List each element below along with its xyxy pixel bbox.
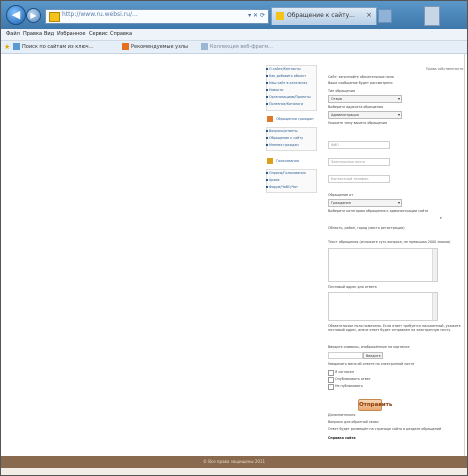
- publish-label: Опубликовать ответ: [335, 377, 371, 381]
- menu-edit[interactable]: Правка: [23, 31, 42, 37]
- nopublish-label: Не публиковать: [335, 384, 363, 388]
- page-right-border: [464, 54, 465, 456]
- category-label: Выберите категорию обращения к администр…: [328, 209, 429, 213]
- region-label: Область, район, город (место регистрации…: [328, 226, 405, 230]
- category-arrow-icon[interactable]: ▾: [440, 216, 442, 220]
- tab-favicon-icon: [276, 12, 284, 20]
- submit-button[interactable]: Отправить: [358, 399, 392, 411]
- recipient-label: Выберите адресата обращения: [328, 105, 383, 109]
- address-bar[interactable]: http://www.ru.websi.ru/... ▾ ✕ ⟳: [45, 9, 269, 24]
- vote-icon: [267, 158, 273, 164]
- captcha-field[interactable]: [328, 352, 363, 359]
- sidebar-item-qa[interactable]: Вопросы/ответы: [266, 129, 298, 133]
- menu-view[interactable]: Вид: [44, 31, 54, 37]
- favorites-item-3[interactable]: Коллекция веб-фрагм...: [210, 44, 273, 50]
- after-submit-3: Ответ будет размещён на странице сайта в…: [328, 427, 442, 431]
- sidebar-item-polls[interactable]: Опросы/Голосования: [266, 171, 306, 175]
- menu-help[interactable]: Справка: [110, 31, 132, 37]
- captcha-box[interactable]: Введите: [363, 352, 383, 359]
- address-scrollbar[interactable]: [432, 293, 437, 320]
- sidebar-item-appeal[interactable]: Обращение к сайту: [266, 136, 303, 140]
- agree-label: Я согласен: [335, 370, 355, 374]
- sidebar-item-news[interactable]: Новости: [266, 88, 283, 92]
- message-label: Текст обращения (изложите суть вопроса, …: [328, 240, 451, 244]
- suggested-sites-icon: [122, 43, 129, 50]
- tab-close-icon[interactable]: ×: [366, 11, 372, 19]
- link-icon: [13, 43, 20, 50]
- agree-checkbox[interactable]: [328, 370, 334, 376]
- name-field[interactable]: ФИО: [328, 141, 390, 149]
- recipient-select-value: Администрация: [331, 113, 359, 117]
- bottom-bold-text[interactable]: Справка сайта: [328, 436, 356, 440]
- chevron-down-icon: ▾: [397, 112, 400, 117]
- site-favicon-icon: [49, 12, 60, 22]
- publish-checkbox[interactable]: [328, 377, 334, 383]
- after-submit-1: Дополнительно: [328, 413, 356, 417]
- phone-placeholder: Контактный телефон: [331, 177, 369, 181]
- message-scrollbar[interactable]: [432, 249, 437, 281]
- captcha-value: Введите: [366, 354, 381, 358]
- favorites-bar: ★ Поиск по сайтам из ключ... Рекомендуем…: [1, 41, 467, 54]
- address-textarea[interactable]: [328, 292, 438, 321]
- favorites-star-icon[interactable]: ★: [4, 43, 10, 51]
- captcha-label: Введите символы, изображённые на картинк…: [328, 345, 410, 349]
- address-bar-buttons[interactable]: ▾ ✕ ⟳: [248, 12, 265, 19]
- footer-text: © Все права защищены 2011: [202, 459, 266, 464]
- sender-select[interactable]: Гражданин ▾: [328, 199, 402, 207]
- sidebar-item-archive[interactable]: Архив: [266, 178, 279, 182]
- sender-label: Обращение от: [328, 193, 354, 197]
- address-label: Почтовый адрес для ответа: [328, 285, 377, 289]
- sidebar-item-catalogs[interactable]: Наш сайт в каталогах: [266, 81, 307, 85]
- sidebar-item-useful[interactable]: Полезное/Каталоги: [266, 102, 303, 106]
- favorites-item-1[interactable]: Поиск по сайтам из ключ...: [22, 44, 93, 50]
- menu-favorites[interactable]: Избранное: [57, 31, 85, 37]
- sidebar-item-opinions[interactable]: Мнения граждан: [266, 143, 299, 147]
- email-placeholder: Электронная почта: [331, 160, 365, 164]
- topic-label: Укажите тему вашего обращения: [328, 121, 387, 125]
- intro-line-1: Сайт: заполняйте обязательные поля: [328, 75, 394, 79]
- browser-title-bar: ◀ ▶ http://www.ru.websi.ru/... ▾ ✕ ⟳ Обр…: [1, 1, 467, 29]
- sender-select-value: Гражданин: [331, 201, 351, 205]
- sidebar-group2-title[interactable]: Голосования: [276, 159, 299, 163]
- sidebar-group1-title[interactable]: Обращения граждан: [276, 117, 314, 121]
- nopublish-checkbox[interactable]: [328, 384, 334, 390]
- sidebar-item-add[interactable]: Как добавить объект: [266, 74, 306, 78]
- name-placeholder: ФИО: [331, 143, 339, 147]
- browser-tab-active[interactable]: Обращение к сайту... ×: [271, 7, 377, 25]
- type-label: Тип обращения: [328, 89, 355, 93]
- type-select[interactable]: Отзыв ▾: [328, 95, 402, 103]
- page-footer: © Все права защищены 2011: [1, 456, 467, 468]
- forward-button[interactable]: ▶: [26, 8, 41, 23]
- chevron-down-icon: ▾: [397, 96, 400, 101]
- info-text: Обязательные поля помечены. Если ответ т…: [328, 324, 461, 332]
- home-icon[interactable]: [424, 6, 440, 26]
- favorites-item-2[interactable]: Рекомендуемые узлы: [131, 44, 188, 50]
- intro-line-2: Ваше сообщение будет рассмотрено: [328, 81, 393, 85]
- appeals-icon: [267, 116, 273, 122]
- menu-file[interactable]: Файл: [6, 31, 20, 37]
- sidebar-item-about[interactable]: О сайте/Контакты: [266, 67, 301, 71]
- recipient-select[interactable]: Администрация ▾: [328, 111, 402, 119]
- sidebar-item-orgs[interactable]: Организациям/Проекты: [266, 95, 311, 99]
- chevron-down-icon: ▾: [397, 200, 400, 205]
- browser-window: ◀ ▶ http://www.ru.websi.ru/... ▾ ✕ ⟳ Обр…: [0, 0, 468, 476]
- email-field[interactable]: Электронная почта: [328, 158, 390, 166]
- message-textarea[interactable]: [328, 248, 438, 282]
- notify-label: Уведомить меня об ответе по электронной …: [328, 362, 415, 366]
- new-tab-button[interactable]: [378, 9, 392, 23]
- menu-bar: Файл Правка Вид Избранное Сервис Справка: [1, 29, 467, 41]
- address-url: http://www.ru.websi.ru/...: [62, 11, 138, 18]
- page-footer-bottom: [1, 468, 467, 475]
- back-button[interactable]: ◀: [6, 5, 26, 25]
- sidebar-item-forum[interactable]: Форум/ЧаВО/Чат: [266, 185, 298, 189]
- tab-label: Обращение к сайту...: [287, 12, 355, 19]
- menu-tools[interactable]: Сервис: [89, 31, 108, 37]
- type-select-value: Отзыв: [331, 97, 342, 101]
- phone-field[interactable]: Контактный телефон: [328, 175, 390, 183]
- after-submit-2: Вопросы для обратной связи: [328, 420, 379, 424]
- web-slice-icon: [201, 43, 208, 50]
- header-right-text: Права собственности: [426, 67, 464, 71]
